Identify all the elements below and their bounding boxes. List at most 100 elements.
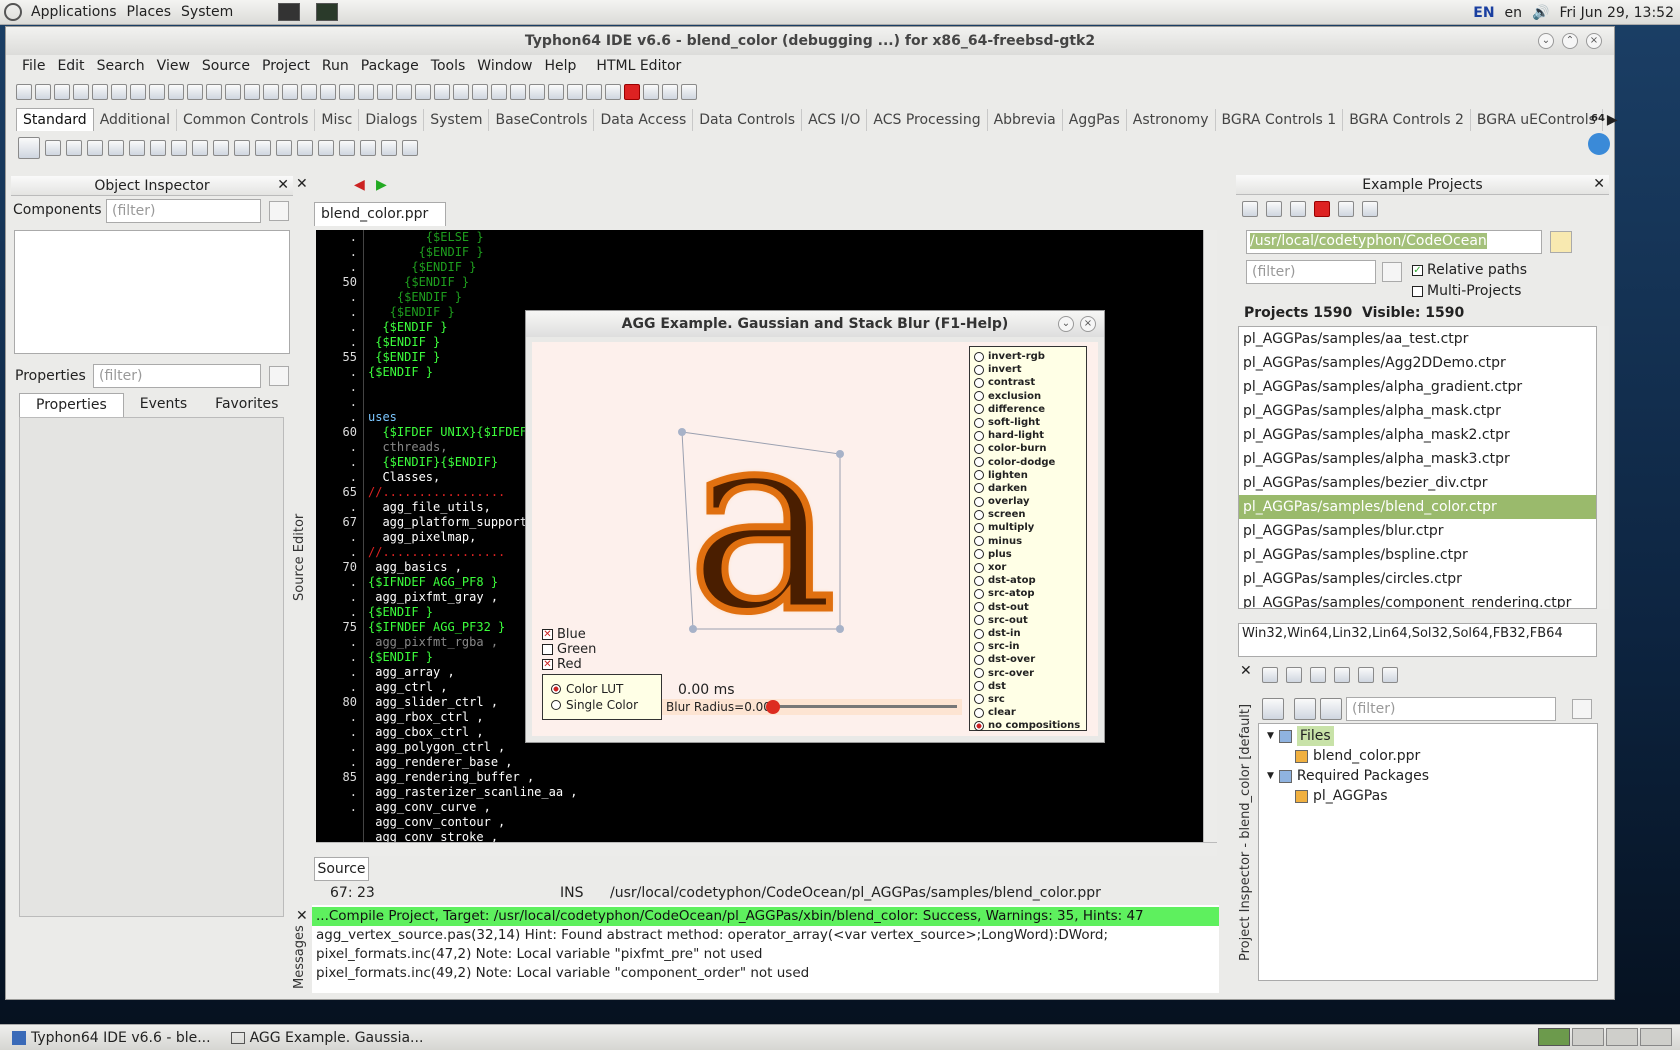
- system-menu[interactable]: System: [176, 4, 238, 20]
- composition-option[interactable]: difference: [974, 403, 1082, 416]
- palette-tab-bgra-uecontrols[interactable]: BGRA uEControls: [1471, 109, 1603, 131]
- clear-filter-icon[interactable]: [269, 201, 289, 221]
- composition-option[interactable]: invert-rgb: [974, 350, 1082, 363]
- palette-scroll-right-icon[interactable]: ▶: [1603, 109, 1622, 131]
- composition-option[interactable]: no compositions: [974, 719, 1082, 732]
- remove-file-icon[interactable]: [1286, 667, 1302, 683]
- examples-path-input[interactable]: /usr/local/codetyphon/CodeOcean: [1246, 230, 1542, 254]
- menu-edit[interactable]: Edit: [51, 58, 90, 74]
- volume-icon[interactable]: 🔊: [1532, 5, 1549, 21]
- close-examples-icon[interactable]: ✕: [1593, 176, 1605, 192]
- palette-tab-bgra-controls-1[interactable]: BGRA Controls 1: [1216, 109, 1344, 131]
- taskbar-ide[interactable]: Typhon64 IDE v6.6 - ble...: [4, 1027, 219, 1049]
- listbox-icon[interactable]: [234, 140, 250, 156]
- open-icon[interactable]: [54, 84, 70, 100]
- palette-tab-additional[interactable]: Additional: [94, 109, 177, 131]
- palette-tab-abbrevia[interactable]: Abbrevia: [988, 109, 1063, 131]
- tree-node[interactable]: ▼ Required Packages: [1259, 766, 1597, 786]
- components-filter-input[interactable]: (filter): [106, 199, 261, 223]
- tree-node[interactable]: pl_AGGPas: [1259, 786, 1597, 806]
- message-line[interactable]: pixel_formats.inc(47,2) Note: Local vari…: [312, 945, 1219, 964]
- projects-list-scrollbar[interactable]: [1597, 326, 1609, 609]
- save-all-icon[interactable]: [282, 84, 298, 100]
- workspace-switcher[interactable]: [1538, 1028, 1672, 1046]
- label-icon[interactable]: [108, 140, 124, 156]
- editor-vscrollbar[interactable]: [1203, 230, 1217, 842]
- taskbar-agg[interactable]: AGG Example. Gaussia...: [223, 1027, 432, 1049]
- applications-menu[interactable]: Applications: [26, 4, 122, 20]
- slider-handle[interactable]: [766, 700, 780, 714]
- actionlist-icon[interactable]: [402, 140, 418, 156]
- minimize-icon[interactable]: ⌄: [1538, 33, 1554, 49]
- composition-option[interactable]: dst-out: [974, 601, 1082, 614]
- composition-option[interactable]: dst-in: [974, 627, 1082, 640]
- menu-run[interactable]: Run: [316, 58, 355, 74]
- composition-option[interactable]: plus: [974, 548, 1082, 561]
- add-to-project-icon[interactable]: [415, 84, 431, 100]
- palette-tab-dialogs[interactable]: Dialogs: [359, 109, 425, 131]
- sort-icon[interactable]: [1262, 698, 1284, 720]
- input-lang-indicator[interactable]: en: [1505, 5, 1523, 21]
- button-icon[interactable]: [87, 140, 103, 156]
- step-into-icon[interactable]: [643, 84, 659, 100]
- close-inspector-icon[interactable]: ✕: [277, 177, 289, 193]
- palette-tab-acs-processing[interactable]: ACS Processing: [867, 109, 988, 131]
- view-forms-icon[interactable]: [358, 84, 374, 100]
- tab-events[interactable]: Events: [124, 393, 203, 417]
- palette-tab-common-controls[interactable]: Common Controls: [177, 109, 316, 131]
- composition-option[interactable]: src-over: [974, 667, 1082, 680]
- menu-project[interactable]: Project: [256, 58, 316, 74]
- examples-filter-input[interactable]: (filter): [1246, 260, 1376, 284]
- components-tree[interactable]: [14, 230, 290, 354]
- composition-option[interactable]: invert: [974, 363, 1082, 376]
- palette-tab-astronomy[interactable]: Astronomy: [1127, 109, 1216, 131]
- composition-option[interactable]: color-dodge: [974, 456, 1082, 469]
- project-tree[interactable]: ▼ Files blend_color.ppr ▼ Required Packages p…: [1258, 723, 1598, 981]
- combobox-icon[interactable]: [255, 140, 271, 156]
- clock[interactable]: Fri Jun 29, 13:52: [1559, 5, 1674, 21]
- composition-option[interactable]: dst: [974, 680, 1082, 693]
- property-grid[interactable]: [19, 417, 284, 917]
- composition-option[interactable]: lighten: [974, 469, 1082, 482]
- compile-icon[interactable]: [472, 84, 488, 100]
- step-out-icon[interactable]: [681, 84, 697, 100]
- package-open-icon[interactable]: [149, 84, 165, 100]
- message-line[interactable]: pixel_formats.inc(49,2) Note: Local vari…: [312, 964, 1219, 983]
- mainmenu-icon[interactable]: [45, 140, 61, 156]
- debug-icon[interactable]: [567, 84, 583, 100]
- tree-node[interactable]: ▼ Files: [1259, 726, 1597, 746]
- project-list-item[interactable]: pl_AGGPas/samples/alpha_gradient.ctpr: [1239, 375, 1596, 399]
- palette-tab-system[interactable]: System: [424, 109, 490, 131]
- places-menu[interactable]: Places: [122, 4, 177, 20]
- find-next-icon[interactable]: [111, 84, 127, 100]
- memo-icon[interactable]: [150, 140, 166, 156]
- download-icon[interactable]: [1588, 133, 1610, 155]
- project-filter-input[interactable]: (filter): [1346, 697, 1556, 721]
- code-explorer-icon[interactable]: [491, 84, 507, 100]
- pointer-icon[interactable]: [18, 137, 40, 159]
- example-projects-list[interactable]: pl_AGGPas/samples/aa_test.ctpr pl_AGGPas/…: [1238, 326, 1597, 609]
- composition-option[interactable]: dst-over: [974, 653, 1082, 666]
- dir-hierarchy-icon[interactable]: [1294, 698, 1316, 720]
- message-line[interactable]: agg_vertex_source.pas(32,14) Hint: Found…: [312, 926, 1219, 945]
- popupmenu-icon[interactable]: [66, 140, 82, 156]
- palette-tab-aggpas[interactable]: AggPas: [1063, 109, 1127, 131]
- run-icon[interactable]: [586, 84, 602, 100]
- menu-help[interactable]: Help: [539, 58, 583, 74]
- palette-tab-data-controls[interactable]: Data Controls: [693, 109, 803, 131]
- open-folder-icon[interactable]: [1338, 201, 1354, 217]
- close-project-inspector-icon[interactable]: ✕: [1240, 663, 1252, 679]
- open-dropdown-icon[interactable]: [244, 84, 260, 100]
- keyboard-layout-indicator[interactable]: EN: [1473, 5, 1494, 21]
- close-icon[interactable]: ×: [1586, 33, 1602, 49]
- back-arrow-icon[interactable]: ◀: [354, 177, 365, 193]
- togglebox-icon[interactable]: [171, 140, 187, 156]
- project-options-icon[interactable]: [377, 84, 393, 100]
- mode-radio[interactable]: Single Color: [551, 697, 653, 713]
- refresh-icon[interactable]: [1242, 201, 1258, 217]
- menu-view[interactable]: View: [151, 58, 196, 74]
- channel-checkbox[interactable]: ✕ Red: [542, 657, 596, 672]
- composition-option[interactable]: src-atop: [974, 587, 1082, 600]
- composition-option[interactable]: dst-atop: [974, 574, 1082, 587]
- palette-tab-misc[interactable]: Misc: [315, 109, 360, 131]
